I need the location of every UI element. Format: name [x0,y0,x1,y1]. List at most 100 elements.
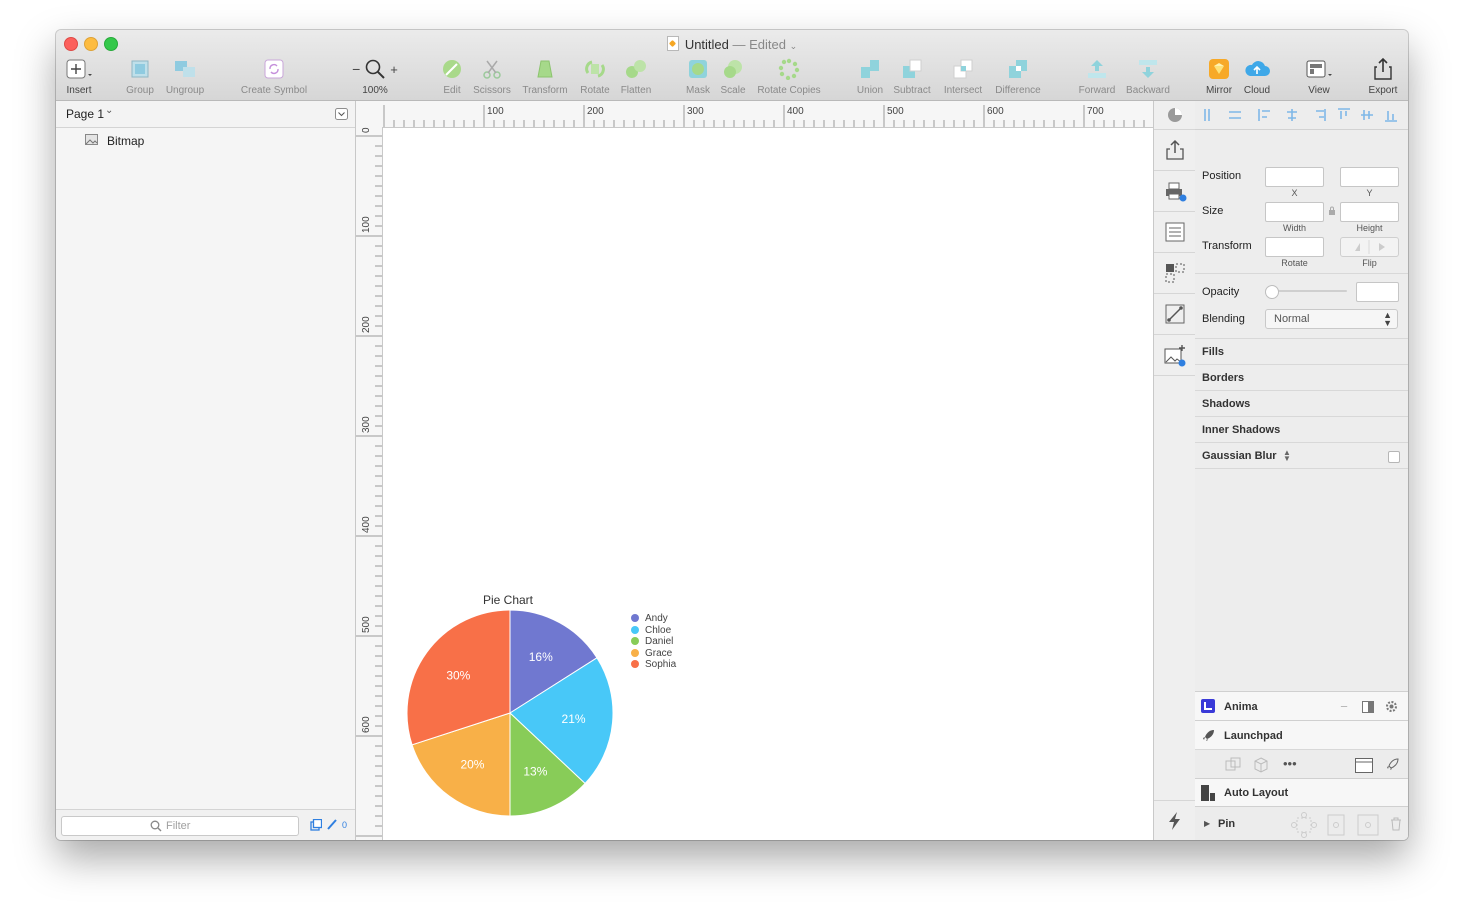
disclosure-triangle-icon[interactable]: ▶ [1204,819,1210,828]
rocket-publish-icon[interactable] [1384,757,1400,773]
list-icon [1165,222,1184,242]
pin-label: Pin [1218,818,1236,830]
edit-path-button[interactable] [1154,294,1195,335]
zoom-level: 100% [362,85,388,96]
pin-vertical-icon[interactable] [1327,814,1345,836]
gear-icon[interactable] [1385,700,1398,713]
print-button[interactable] [1154,171,1195,212]
fills-section[interactable]: Fills [1195,338,1408,364]
vertical-ruler-ticks: 0 100 200 300 400 500 600 [356,127,382,837]
borders-section[interactable]: Borders [1195,364,1408,390]
legend-swatch [631,625,639,634]
insert-label: Insert [66,85,92,96]
forward-label: Forward [1078,85,1116,96]
link-pages-icon[interactable] [1225,757,1241,773]
size-label: Size [1202,205,1224,217]
group-button[interactable]: Group [123,56,157,96]
symbols-filter-icon[interactable] [310,819,322,831]
union-button[interactable]: Union [853,56,887,96]
ruler-label: 500 [887,106,904,117]
insert-button[interactable]: Insert [62,56,96,96]
align-icons[interactable] [1195,101,1408,129]
blending-label: Blending [1202,313,1245,325]
gaussian-blur-checkbox[interactable] [1388,451,1400,463]
pie-slice-label: 16% [529,650,553,664]
share-button[interactable] [1154,130,1195,171]
create-symbol-button[interactable]: Create Symbol [236,56,312,96]
panel-toggle-icon[interactable] [1362,701,1374,713]
pin-anchor-icon[interactable] [1291,812,1317,838]
pin-horizontal-icon[interactable] [1357,814,1379,836]
scale-button[interactable]: Scale [717,56,749,96]
intersect-icon [953,59,973,79]
slice-filter-icon[interactable] [326,818,338,831]
add-image-button[interactable] [1154,335,1195,376]
legend-item: Sophia [631,659,676,670]
browser-window-icon[interactable] [1355,758,1373,773]
filter-input[interactable]: Filter [61,816,299,836]
position-y-field[interactable] [1340,167,1399,187]
gaussian-blur-section[interactable]: Gaussian Blur ▲ ▼ [1195,442,1408,469]
blur-type-arrows-icon[interactable]: ▲ ▼ [1283,449,1291,463]
scale-label: Scale [720,85,746,96]
cloud-button[interactable]: Cloud [1240,56,1274,96]
blending-select[interactable]: Normal ▲ ▼ [1265,309,1398,329]
mirror-button[interactable]: Mirror [1202,56,1236,96]
auto-layout-label: Auto Layout [1224,787,1289,799]
grid-select-button[interactable] [1154,253,1195,294]
width-field[interactable] [1265,202,1324,222]
opacity-slider[interactable] [1267,290,1347,292]
ungroup-button[interactable]: Ungroup [162,56,208,96]
chevron-down-icon[interactable]: ⌄ [105,105,113,116]
anima-header: Anima _ [1195,691,1408,720]
transform-button[interactable]: Transform [519,56,571,96]
opacity-slider-knob[interactable] [1265,285,1279,299]
rotate-field[interactable] [1265,237,1324,257]
runner-button[interactable] [1154,800,1195,840]
edit-button[interactable]: Edit [436,56,468,96]
canvas[interactable]: Pie Chart 16% 21% 13% 20% 30% Andy Chloe Danie… [383,128,1153,840]
flip-icons [1355,240,1385,254]
inner-shadows-section[interactable]: Inner Shadows [1195,416,1408,442]
difference-button[interactable]: Difference [990,56,1046,96]
zoom-in-button[interactable]: + [390,62,398,77]
color-picker-button[interactable] [1154,101,1195,130]
zoom-out-button[interactable]: − [352,61,360,77]
intersect-button[interactable]: Intersect [940,56,986,96]
opacity-field[interactable] [1356,282,1399,302]
shadows-section[interactable]: Shadows [1195,390,1408,416]
backward-button[interactable]: Backward [1123,56,1173,96]
rotate-copies-button[interactable]: Rotate Copies [753,56,825,96]
forward-button[interactable]: Forward [1075,56,1119,96]
pin-section[interactable]: ▶ Pin [1195,806,1408,840]
position-x-field[interactable] [1265,167,1324,187]
lock-icon[interactable] [1328,206,1336,216]
page-selector[interactable]: Page 1 [66,107,104,121]
flatten-button[interactable]: Flatten [617,56,655,96]
subtract-button[interactable]: Subtract [890,56,934,96]
layer-item[interactable]: Bitmap [56,129,355,151]
filter-bar: Filter 0 [56,809,355,840]
magnifier-icon[interactable] [364,58,386,80]
edit-icon [443,60,461,78]
rotate-label: Rotate [1281,258,1308,268]
more-icon[interactable]: ••• [1283,756,1297,771]
inspector-tool-strip [1153,101,1196,840]
printer-icon [1165,182,1186,202]
chevron-down-icon[interactable]: ⌄ [790,41,798,51]
height-field[interactable] [1340,202,1399,222]
flip-control[interactable] [1340,237,1399,257]
cube-icon[interactable] [1253,757,1269,773]
scissors-button[interactable]: Scissors [470,56,514,96]
minimize-icon[interactable]: _ [1341,696,1347,708]
bitmap-layer[interactable]: Pie Chart 16% 21% 13% 20% 30% Andy Chloe Danie… [393,588,693,838]
trash-icon[interactable] [1389,816,1403,832]
pie-chart: 16% 21% 13% 20% 30% [406,609,614,817]
rotate-button[interactable]: Rotate [577,56,613,96]
export-button[interactable]: Export [1366,56,1400,96]
legend-swatch [631,660,639,668]
view-button[interactable]: View [1302,56,1336,96]
collapse-pages-icon[interactable] [335,108,348,120]
list-button[interactable] [1154,212,1195,253]
mask-button[interactable]: Mask [683,56,713,96]
